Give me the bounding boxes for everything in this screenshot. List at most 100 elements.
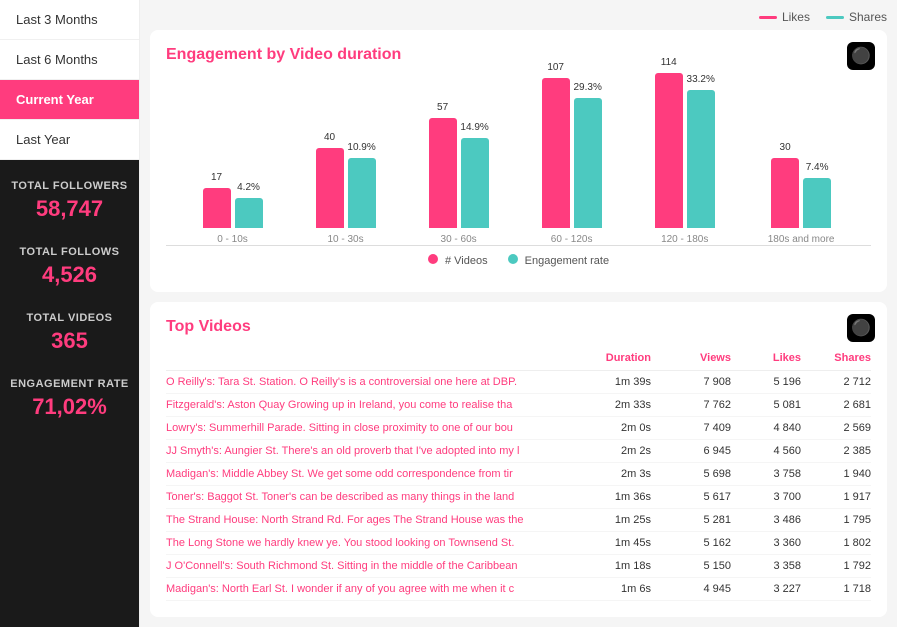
stat-label-followers: TOTAL FOLLOWERS [11, 180, 127, 192]
engagement-rate-legend-label: Engagement rate [525, 255, 609, 267]
row-likes-6: 3 486 [731, 514, 801, 526]
sidebar-item-3[interactable]: Last Year [0, 120, 139, 160]
row-duration-5: 1m 36s [571, 491, 651, 503]
bar-group-2: 5714.9%30 - 60s [429, 118, 489, 245]
table-row-9[interactable]: Madigan's: North Earl St. I wonder if an… [166, 578, 871, 601]
bar-pink-4: 114 [655, 73, 683, 228]
table-row-0[interactable]: O Reilly's: Tara St. Station. O Reilly's… [166, 371, 871, 394]
row-views-5: 5 617 [651, 491, 731, 503]
videos-dot [428, 254, 438, 264]
bar-num-engagement-1: 10.9% [347, 142, 375, 153]
row-duration-9: 1m 6s [571, 583, 651, 595]
row-likes-3: 4 560 [731, 445, 801, 457]
row-views-9: 4 945 [651, 583, 731, 595]
sidebar-item-2[interactable]: Current Year [0, 80, 139, 120]
bar-pink-2: 57 [429, 118, 457, 228]
row-shares-0: 2 712 [801, 376, 871, 388]
stat-followers: TOTAL FOLLOWERS 58,747 [11, 180, 127, 222]
table-row-3[interactable]: JJ Smyth's: Aungier St. There's an old p… [166, 440, 871, 463]
sidebar-item-0[interactable]: Last 3 Months [0, 0, 139, 40]
col-duration: Duration [571, 352, 651, 364]
bar-x-label-5: 180s and more [768, 234, 835, 245]
table-row-7[interactable]: The Long Stone we hardly knew ye. You st… [166, 532, 871, 555]
row-views-4: 5 698 [651, 468, 731, 480]
row-title-4: Madigan's: Middle Abbey St. We get some … [166, 468, 571, 480]
table-row-2[interactable]: Lowry's: Summerhill Parade. Sitting in c… [166, 417, 871, 440]
bar-num-videos-0: 17 [211, 172, 222, 183]
row-shares-7: 1 802 [801, 537, 871, 549]
bar-teal-0: 4.2% [235, 198, 263, 228]
sidebar-stats: TOTAL FOLLOWERS 58,747TOTAL FOLLOWS 4,52… [0, 160, 139, 627]
row-shares-3: 2 385 [801, 445, 871, 457]
bar-pair-1: 4010.9% [316, 148, 376, 228]
row-duration-2: 2m 0s [571, 422, 651, 434]
likes-legend-label: Likes [782, 10, 810, 24]
bar-group-1: 4010.9%10 - 30s [316, 148, 376, 245]
bar-pink-5: 30 [771, 158, 799, 228]
row-likes-2: 4 840 [731, 422, 801, 434]
bar-num-engagement-5: 7.4% [806, 162, 829, 173]
likes-legend-dot [759, 16, 777, 19]
row-duration-6: 1m 25s [571, 514, 651, 526]
bar-pink-0: 17 [203, 188, 231, 228]
bar-pair-0: 174.2% [203, 188, 263, 228]
table-row-1[interactable]: Fitzgerald's: Aston Quay Growing up in I… [166, 394, 871, 417]
stat-value-follows: 4,526 [20, 262, 120, 288]
bar-pink-3: 107 [542, 78, 570, 228]
bar-group-3: 10729.3%60 - 120s [542, 78, 602, 245]
tiktok-icon-videos: ⚫ [847, 314, 875, 342]
bar-pair-5: 30 7.4% [771, 158, 831, 228]
sidebar-menu: Last 3 MonthsLast 6 MonthsCurrent YearLa… [0, 0, 139, 160]
bar-num-engagement-2: 14.9% [460, 122, 488, 133]
table-row-5[interactable]: Toner's: Baggot St. Toner's can be descr… [166, 486, 871, 509]
bar-teal-4: 33.2% [687, 90, 715, 228]
stat-label-videos: TOTAL VIDEOS [26, 312, 112, 324]
row-shares-5: 1 917 [801, 491, 871, 503]
bar-num-engagement-3: 29.3% [573, 82, 601, 93]
row-title-6: The Strand House: North Strand Rd. For a… [166, 514, 571, 526]
bar-teal-2: 14.9% [461, 138, 489, 228]
col-views: Views [651, 352, 731, 364]
table-row-6[interactable]: The Strand House: North Strand Rd. For a… [166, 509, 871, 532]
row-duration-7: 1m 45s [571, 537, 651, 549]
row-views-6: 5 281 [651, 514, 731, 526]
bar-num-videos-4: 114 [661, 57, 677, 68]
table-row-4[interactable]: Madigan's: Middle Abbey St. We get some … [166, 463, 871, 486]
stat-value-engagement: 71,02% [10, 394, 129, 420]
row-title-9: Madigan's: North Earl St. I wonder if an… [166, 583, 571, 595]
bars-area: 174.2%0 - 10s4010.9%10 - 30s5714.9%30 - … [166, 76, 871, 246]
row-title-7: The Long Stone we hardly knew ye. You st… [166, 537, 571, 549]
row-shares-8: 1 792 [801, 560, 871, 572]
bar-group-0: 174.2% 0 - 10s [203, 188, 263, 245]
row-views-8: 5 150 [651, 560, 731, 572]
row-likes-4: 3 758 [731, 468, 801, 480]
row-title-1: Fitzgerald's: Aston Quay Growing up in I… [166, 399, 571, 411]
sidebar-item-1[interactable]: Last 6 Months [0, 40, 139, 80]
top-videos-title: Top Videos [166, 318, 871, 336]
engagement-rate-dot [508, 254, 518, 264]
col-likes: Likes [731, 352, 801, 364]
row-title-2: Lowry's: Summerhill Parade. Sitting in c… [166, 422, 571, 434]
bar-pair-4: 11433.2% [655, 73, 715, 228]
row-duration-0: 1m 39s [571, 376, 651, 388]
row-views-7: 5 162 [651, 537, 731, 549]
bar-num-engagement-0: 4.2% [237, 182, 260, 193]
row-likes-5: 3 700 [731, 491, 801, 503]
col-title [166, 352, 571, 364]
row-views-1: 7 762 [651, 399, 731, 411]
row-likes-0: 5 196 [731, 376, 801, 388]
row-likes-7: 3 360 [731, 537, 801, 549]
engagement-card-title: Engagement by Video duration [166, 46, 871, 64]
bar-x-label-4: 120 - 180s [661, 234, 708, 245]
row-likes-1: 5 081 [731, 399, 801, 411]
stat-engagement: ENGAGEMENT RATE 71,02% [10, 378, 129, 420]
bar-num-engagement-4: 33.2% [687, 74, 715, 85]
table-header: Duration Views Likes Shares [166, 348, 871, 371]
stat-value-videos: 365 [26, 328, 112, 354]
row-likes-8: 3 358 [731, 560, 801, 572]
table-body: O Reilly's: Tara St. Station. O Reilly's… [166, 371, 871, 601]
table-row-8[interactable]: J O'Connell's: South Richmond St. Sittin… [166, 555, 871, 578]
row-views-2: 7 409 [651, 422, 731, 434]
row-duration-1: 2m 33s [571, 399, 651, 411]
bar-x-label-0: 0 - 10s [217, 234, 248, 245]
